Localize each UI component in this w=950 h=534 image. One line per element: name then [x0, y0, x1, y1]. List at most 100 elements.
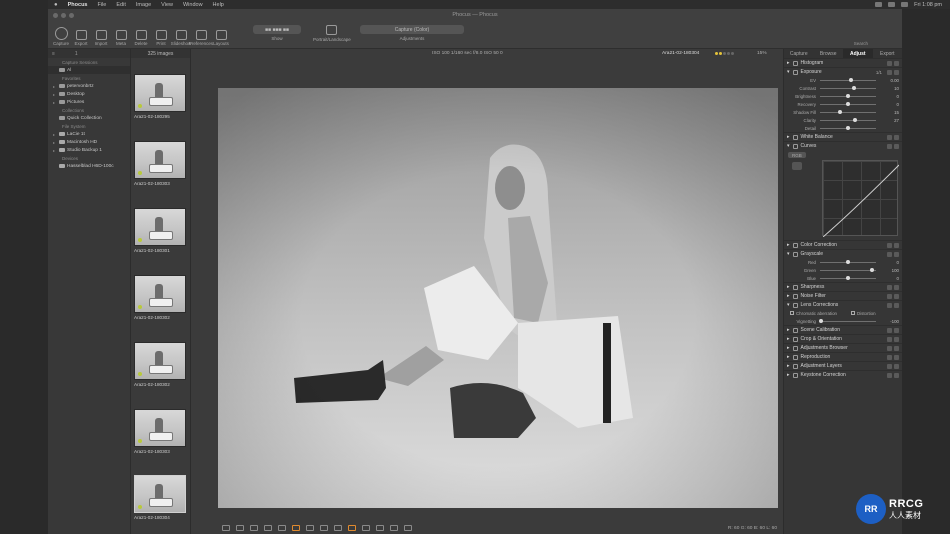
menu-view[interactable]: View — [161, 2, 173, 8]
section-color-correction[interactable]: ▸ Color Correction — [784, 240, 902, 249]
toggle-icon[interactable] — [894, 372, 899, 378]
menu-help[interactable]: Help — [213, 2, 224, 8]
slider-knob[interactable] — [852, 117, 857, 122]
overlay-button[interactable] — [376, 525, 384, 531]
slider-knob[interactable] — [848, 77, 853, 82]
layouts-tool[interactable]: Layouts — [212, 30, 230, 46]
toggle-icon[interactable] — [894, 251, 899, 257]
adjustments-preset-select[interactable]: Capture (Color) — [360, 25, 464, 34]
toggle-icon[interactable] — [894, 143, 899, 149]
toggle-icon[interactable] — [894, 327, 899, 333]
tab-browse[interactable]: Browse — [814, 49, 844, 58]
thumbnail[interactable]: Ara21-02-180295 — [134, 74, 186, 119]
section-scene-calibration[interactable]: ▸ Scene Calibration — [784, 325, 902, 334]
slider-track[interactable] — [820, 101, 876, 106]
section-histogram[interactable]: ▸ Histogram — [784, 58, 902, 67]
reset-icon[interactable] — [887, 69, 892, 75]
slider-knob[interactable] — [846, 101, 850, 106]
thumbnail[interactable]: Ara21-02-180303 — [134, 409, 186, 454]
reset-icon[interactable] — [887, 345, 892, 351]
toggle-icon[interactable] — [894, 242, 899, 248]
close-button[interactable] — [53, 12, 58, 18]
reset-icon[interactable] — [887, 134, 892, 140]
slider-value[interactable]: 10 — [894, 86, 899, 91]
rating-stars[interactable] — [715, 52, 734, 55]
tab-export[interactable]: Export — [873, 49, 903, 58]
loupe-tool-button[interactable] — [292, 525, 300, 531]
section-exposure[interactable]: ▾ Exposure 1/1 — [784, 67, 902, 76]
section-keystone[interactable]: ▸ Keystone Correction — [784, 370, 902, 379]
toggle-icon[interactable] — [894, 293, 899, 299]
slider-knob[interactable] — [846, 259, 850, 264]
focus-mask-button[interactable] — [334, 525, 342, 531]
thumbnail[interactable]: Ara21-02-180302 — [134, 275, 186, 320]
export-tool[interactable]: Export — [72, 30, 90, 46]
slider-knob[interactable] — [846, 93, 850, 98]
toggle-icon[interactable] — [894, 354, 899, 360]
slideshow-tool[interactable]: Slideshow — [171, 30, 191, 46]
preferences-tool[interactable]: Preferences — [189, 30, 213, 46]
slider-track[interactable] — [820, 117, 876, 122]
reset-icon[interactable] — [887, 60, 892, 66]
library-item-favorite[interactable]: ▸ Pictures — [48, 98, 130, 106]
distortion-checkbox[interactable]: Distortion — [851, 311, 876, 316]
slider-value[interactable]: 0 — [897, 102, 899, 107]
reset-icon[interactable] — [887, 363, 892, 369]
portrait-landscape-icon[interactable] — [326, 25, 338, 35]
star-icon[interactable] — [723, 52, 726, 55]
section-crop[interactable]: ▸ Crop & Orientation — [784, 334, 902, 343]
toggle-icon[interactable] — [894, 60, 899, 66]
star-icon[interactable] — [731, 52, 734, 55]
eyedropper-icon[interactable] — [792, 162, 802, 170]
delete-tool[interactable]: Delete — [132, 30, 150, 46]
next-image-button[interactable] — [404, 525, 412, 531]
slider-value[interactable]: -100 — [890, 319, 899, 324]
toggle-icon[interactable] — [894, 302, 899, 308]
thumbnail[interactable]: Ara21-02-180302 — [134, 342, 186, 387]
tab-capture[interactable]: Capture — [784, 49, 814, 58]
reset-icon[interactable] — [887, 284, 892, 290]
menu-clock[interactable]: Fri 1:08 pm — [914, 2, 942, 8]
star-icon[interactable] — [715, 52, 718, 55]
reset-icon[interactable] — [887, 143, 892, 149]
menu-edit[interactable]: Edit — [116, 2, 125, 8]
chromatic-aberration-checkbox[interactable]: Chromatic aberration — [790, 311, 837, 316]
section-white-balance[interactable]: ▸ White Balance — [784, 132, 902, 141]
eyedropper-tool-button[interactable] — [278, 525, 286, 531]
slider-knob[interactable] — [837, 109, 842, 114]
rotate-tool-button[interactable] — [320, 525, 328, 531]
toggle-icon[interactable] — [894, 336, 899, 342]
section-grayscale[interactable]: ▾ Grayscale — [784, 249, 902, 258]
toggle-icon[interactable] — [894, 284, 899, 290]
zoom-level[interactable]: 15% — [757, 51, 767, 56]
slider-value[interactable]: 0 — [897, 94, 899, 99]
zoom-button[interactable] — [69, 12, 74, 18]
exposure-warning-button[interactable] — [348, 525, 356, 531]
grid-button[interactable] — [362, 525, 370, 531]
single-view-button[interactable] — [222, 525, 230, 531]
import-tool[interactable]: Import — [92, 30, 110, 46]
show-selector[interactable]: ■■ ■■■ ■■ — [253, 25, 301, 34]
battery-icon[interactable] — [901, 2, 909, 7]
library-item-favorite[interactable]: ▸ petervonbrtz — [48, 82, 130, 90]
slider-track[interactable] — [820, 109, 876, 114]
reset-icon[interactable] — [887, 327, 892, 333]
toggle-icon[interactable] — [894, 345, 899, 351]
menu-app-name[interactable]: Phocus — [68, 2, 88, 8]
library-item-all[interactable]: Al — [48, 66, 130, 74]
menu-window[interactable]: Window — [183, 2, 203, 8]
reset-icon[interactable] — [887, 336, 892, 342]
slider-track[interactable] — [820, 125, 876, 130]
slider-value[interactable]: 100 — [892, 268, 899, 273]
section-reproduction[interactable]: ▸ Reproduction — [784, 352, 902, 361]
reset-icon[interactable] — [887, 354, 892, 360]
curve-channel-select[interactable]: RGB — [788, 152, 806, 158]
reset-icon[interactable] — [887, 251, 892, 257]
status-icon[interactable] — [875, 2, 883, 7]
slider-knob[interactable] — [869, 267, 874, 272]
section-sharpness[interactable]: ▸ Sharpness — [784, 282, 902, 291]
main-photo[interactable] — [218, 88, 778, 508]
library-item-disk[interactable]: ▸ Macintosh HD — [48, 138, 130, 146]
compare-view-button[interactable] — [236, 525, 244, 531]
slider-track[interactable] — [820, 85, 876, 90]
